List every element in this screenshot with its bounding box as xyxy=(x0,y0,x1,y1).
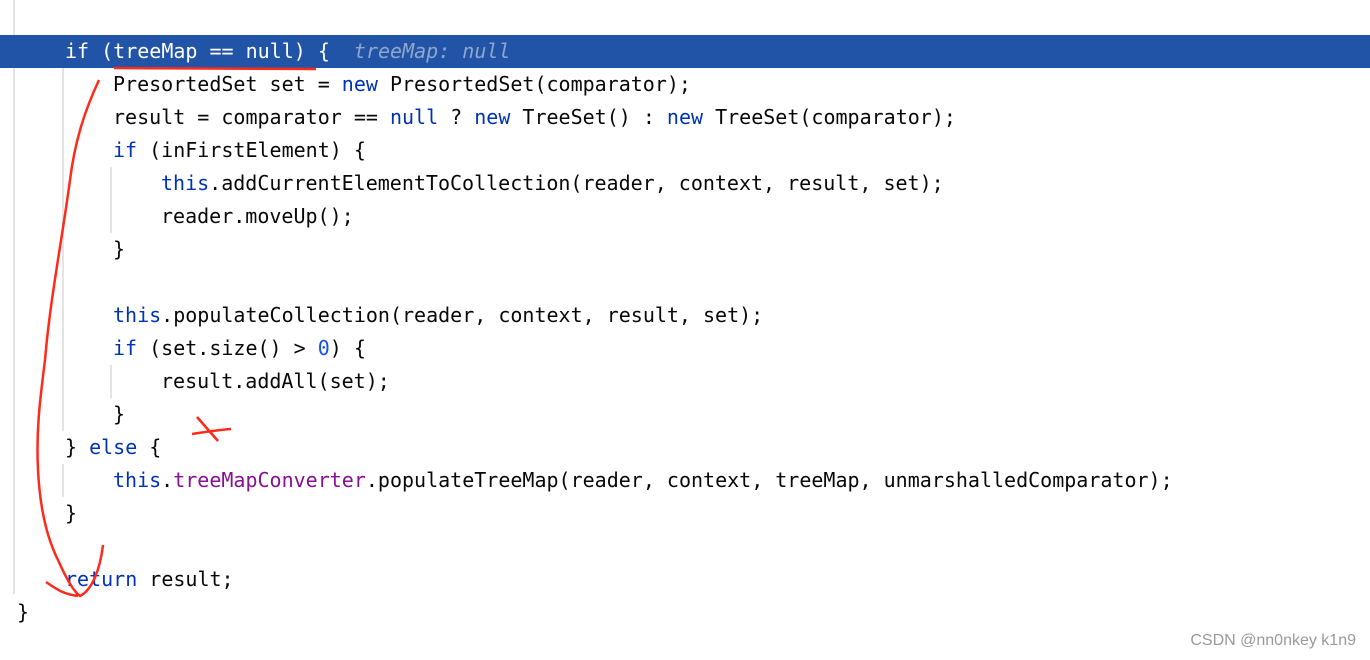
code-line[interactable]: this.populateCollection(reader, context,… xyxy=(0,299,1370,332)
code-token: if xyxy=(113,336,138,360)
code-token: { xyxy=(137,435,162,459)
code-line[interactable]: } xyxy=(0,596,1370,629)
code-line[interactable]: } xyxy=(0,497,1370,530)
code-line[interactable]: } xyxy=(0,398,1370,431)
code-line[interactable]: this.treeMapConverter.populateTreeMap(re… xyxy=(0,464,1370,497)
code-line[interactable]: this.addCurrentElementToCollection(reade… xyxy=(0,167,1370,200)
watermark: CSDN @nn0nkey k1n9 xyxy=(1190,632,1356,649)
code-token: TreeSet(comparator); xyxy=(703,105,956,129)
code-line[interactable]: } else { xyxy=(0,431,1370,464)
code-token: .addCurrentElementToCollection(reader, c… xyxy=(209,171,944,195)
code-token: this xyxy=(161,171,210,195)
code-token: return xyxy=(65,567,138,591)
code-token: new xyxy=(341,72,378,96)
code-token: treeMapConverter xyxy=(173,468,366,492)
code-token: result; xyxy=(137,567,234,591)
code-line[interactable]: if (set.size() > 0) { xyxy=(0,332,1370,365)
code-token: (treeMap == null) { xyxy=(89,39,330,63)
code-line[interactable] xyxy=(0,530,1370,563)
code-token: (set.size() > xyxy=(137,336,318,360)
code-line[interactable]: } xyxy=(0,233,1370,266)
code-token: result.addAll(set); xyxy=(161,369,390,393)
code-token: this xyxy=(113,468,162,492)
code-token: reader.moveUp(); xyxy=(161,204,354,228)
code-line-highlighted[interactable]: if (treeMap == null) { treeMap: null xyxy=(0,35,1370,68)
code-line[interactable]: PresortedSet set = new PresortedSet(comp… xyxy=(0,68,1370,101)
code-token: . xyxy=(161,468,174,492)
code-token: } xyxy=(113,237,126,261)
debugger-inline-value: treeMap: null xyxy=(353,39,511,63)
code-token: new xyxy=(666,105,704,129)
code-line[interactable]: return result; xyxy=(0,563,1370,596)
code-line[interactable]: if (inFirstElement) { xyxy=(0,134,1370,167)
code-token: if xyxy=(65,39,90,63)
code-token: result = comparator == xyxy=(113,105,390,129)
code-token: this xyxy=(113,303,162,327)
code-token: TreeSet() : xyxy=(510,105,667,129)
code-token: ) { xyxy=(329,336,366,360)
code-line[interactable]: reader.moveUp(); xyxy=(0,200,1370,233)
code-token: ? xyxy=(438,105,475,129)
code-line[interactable] xyxy=(0,266,1370,299)
code-token: } xyxy=(17,600,30,624)
code-line[interactable]: result.addAll(set); xyxy=(0,365,1370,398)
code-token: if xyxy=(113,138,138,162)
code-token: else xyxy=(89,435,138,459)
code-token: } xyxy=(65,501,78,525)
code-token: new xyxy=(474,105,511,129)
code-token: 0 xyxy=(317,336,330,360)
code-token: } xyxy=(65,435,90,459)
code-token: PresortedSet(comparator); xyxy=(377,72,691,96)
code-token: .populateTreeMap(reader, context, treeMa… xyxy=(365,468,1173,492)
code-token: null xyxy=(389,105,439,129)
code-token: } xyxy=(113,402,126,426)
code-token: (inFirstElement) { xyxy=(137,138,366,162)
code-token: .populateCollection(reader, context, res… xyxy=(161,303,764,327)
code-token: PresortedSet set = xyxy=(113,72,342,96)
code-line[interactable]: result = comparator == null ? new TreeSe… xyxy=(0,101,1370,134)
